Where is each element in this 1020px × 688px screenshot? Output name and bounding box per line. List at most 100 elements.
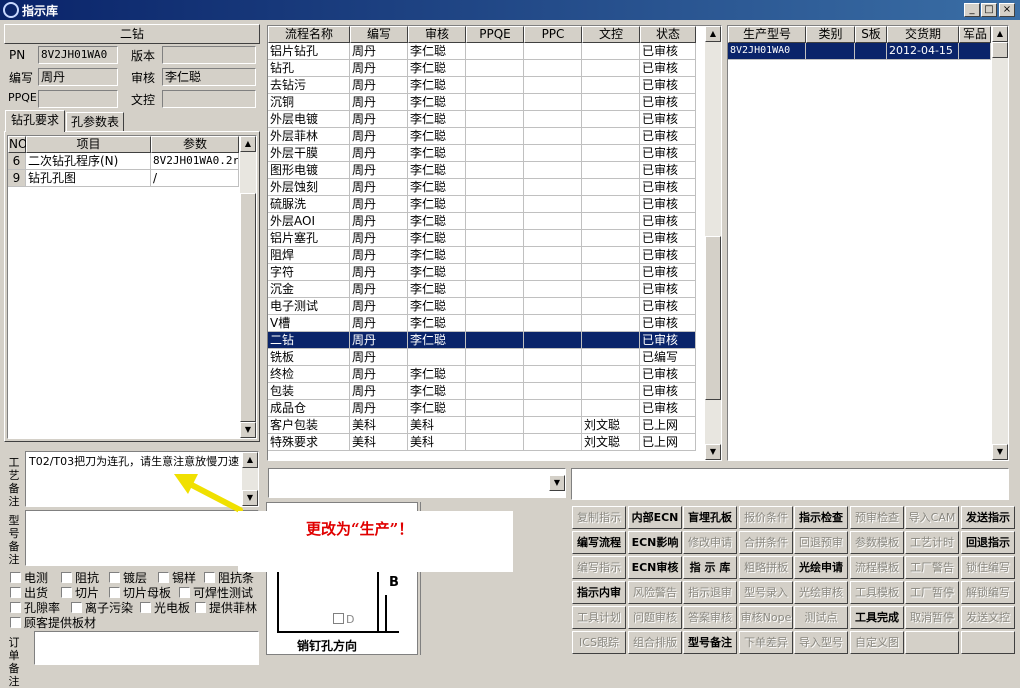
table-row[interactable] (524, 111, 582, 128)
action-button[interactable]: 指示检查 (794, 506, 848, 529)
table-row[interactable]: 已审核 (640, 128, 696, 145)
table-row[interactable] (959, 43, 991, 60)
table-row[interactable]: 李仁聪 (408, 264, 466, 281)
table-row[interactable] (466, 145, 524, 162)
flow-col-status[interactable]: 状态 (640, 26, 696, 43)
table-row[interactable]: 美科 (350, 434, 408, 451)
table-row[interactable]: 9 (8, 170, 26, 187)
table-row[interactable]: 已审核 (640, 60, 696, 77)
table-row[interactable]: 硫脲洗 (268, 196, 350, 213)
table-row[interactable] (466, 247, 524, 264)
table-row[interactable] (582, 43, 640, 60)
table-row[interactable]: 李仁聪 (408, 213, 466, 230)
table-row[interactable]: 周丹 (350, 162, 408, 179)
scroll-down-icon[interactable]: ▼ (240, 422, 256, 438)
table-row[interactable] (524, 400, 582, 417)
checkbox-customer-material[interactable]: 顾客提供板材 (10, 614, 96, 631)
table-row[interactable] (466, 196, 524, 213)
table-row[interactable]: 李仁聪 (408, 230, 466, 247)
table-row[interactable]: 二次钻孔程序(N) (26, 153, 151, 170)
table-row[interactable]: 周丹 (350, 145, 408, 162)
table-row[interactable]: 阻焊 (268, 247, 350, 264)
action-button[interactable]: ICS跟踪 (572, 631, 626, 654)
action-button[interactable]: 回退指示 (961, 531, 1015, 554)
table-row[interactable]: 周丹 (350, 400, 408, 417)
table-row[interactable]: 铝片钻孔 (268, 43, 350, 60)
table-row[interactable] (582, 145, 640, 162)
table-row[interactable]: 已编写 (640, 349, 696, 366)
table-row[interactable] (524, 145, 582, 162)
chevron-down-icon[interactable]: ▼ (549, 475, 565, 491)
table-row[interactable]: 李仁聪 (408, 128, 466, 145)
scroll-up-icon[interactable]: ▲ (705, 26, 721, 42)
table-row[interactable] (524, 179, 582, 196)
table-row[interactable]: 外层干膜 (268, 145, 350, 162)
action-button[interactable]: 测试点 (794, 606, 848, 629)
close-button[interactable]: × (999, 3, 1015, 17)
table-row[interactable]: 美科 (350, 417, 408, 434)
table-row[interactable] (524, 315, 582, 332)
table-row[interactable] (524, 196, 582, 213)
table-row[interactable]: 2012-04-15 (887, 43, 959, 60)
drill-col-param[interactable]: 参数 (151, 136, 239, 153)
table-row[interactable] (524, 162, 582, 179)
action-button[interactable]: 指示内审 (572, 581, 626, 604)
table-row[interactable] (466, 60, 524, 77)
table-row[interactable]: 外层AOI (268, 213, 350, 230)
flow-col-reviewer[interactable]: 审核 (408, 26, 466, 43)
table-row[interactable]: 周丹 (350, 298, 408, 315)
action-button[interactable]: 组合排版 (628, 631, 682, 654)
table-row[interactable]: 李仁聪 (408, 162, 466, 179)
table-row[interactable] (466, 400, 524, 417)
action-button[interactable]: 报价条件 (739, 506, 793, 529)
action-button[interactable]: 解锁编写 (961, 581, 1015, 604)
table-row[interactable] (524, 281, 582, 298)
action-button[interactable]: 盲埋孔板 (683, 506, 737, 529)
table-row[interactable] (466, 298, 524, 315)
action-button[interactable]: 光绘申请 (794, 556, 848, 579)
action-button[interactable]: 编写指示 (572, 556, 626, 579)
table-row[interactable] (524, 366, 582, 383)
table-row[interactable] (582, 230, 640, 247)
action-button[interactable]: 风险警告 (628, 581, 682, 604)
table-row[interactable]: 周丹 (350, 247, 408, 264)
scroll-thumb[interactable] (992, 42, 1008, 58)
action-button[interactable]: 发送指示 (961, 506, 1015, 529)
table-row[interactable]: 周丹 (350, 281, 408, 298)
table-row[interactable] (524, 247, 582, 264)
table-row[interactable]: 已审核 (640, 298, 696, 315)
table-row[interactable] (524, 230, 582, 247)
table-row[interactable]: V槽 (268, 315, 350, 332)
table-row[interactable] (582, 281, 640, 298)
table-row[interactable]: 李仁聪 (408, 366, 466, 383)
table-row[interactable] (582, 400, 640, 417)
version-field[interactable] (162, 46, 256, 64)
action-button[interactable]: 答案审核 (683, 606, 737, 629)
drill-scrollbar[interactable]: ▲ ▼ (240, 136, 256, 438)
table-row[interactable]: 周丹 (350, 315, 408, 332)
action-button[interactable]: 取消暂停 (905, 606, 959, 629)
table-row[interactable]: 李仁聪 (408, 94, 466, 111)
table-row[interactable] (466, 366, 524, 383)
table-row[interactable]: 电子测试 (268, 298, 350, 315)
table-row[interactable]: 周丹 (350, 43, 408, 60)
table-row[interactable]: 李仁聪 (408, 179, 466, 196)
table-row[interactable]: 已审核 (640, 366, 696, 383)
table-row[interactable]: 周丹 (350, 111, 408, 128)
table-row[interactable] (582, 247, 640, 264)
table-row[interactable]: 已审核 (640, 213, 696, 230)
scroll-up-icon[interactable]: ▲ (992, 26, 1008, 42)
writer-field[interactable]: 周丹 (38, 68, 118, 86)
table-row[interactable]: 成品仓 (268, 400, 350, 417)
table-row[interactable]: 李仁聪 (408, 383, 466, 400)
table-row[interactable]: 周丹 (350, 264, 408, 281)
action-button[interactable]: 内部ECN (628, 506, 682, 529)
table-row[interactable] (524, 94, 582, 111)
table-row[interactable] (582, 94, 640, 111)
table-row[interactable] (466, 281, 524, 298)
table-row[interactable]: 周丹 (350, 128, 408, 145)
action-button[interactable]: 修改申请 (683, 531, 737, 554)
table-row[interactable] (408, 349, 466, 366)
table-row[interactable]: 已审核 (640, 196, 696, 213)
action-button[interactable]: 工厂警告 (905, 556, 959, 579)
